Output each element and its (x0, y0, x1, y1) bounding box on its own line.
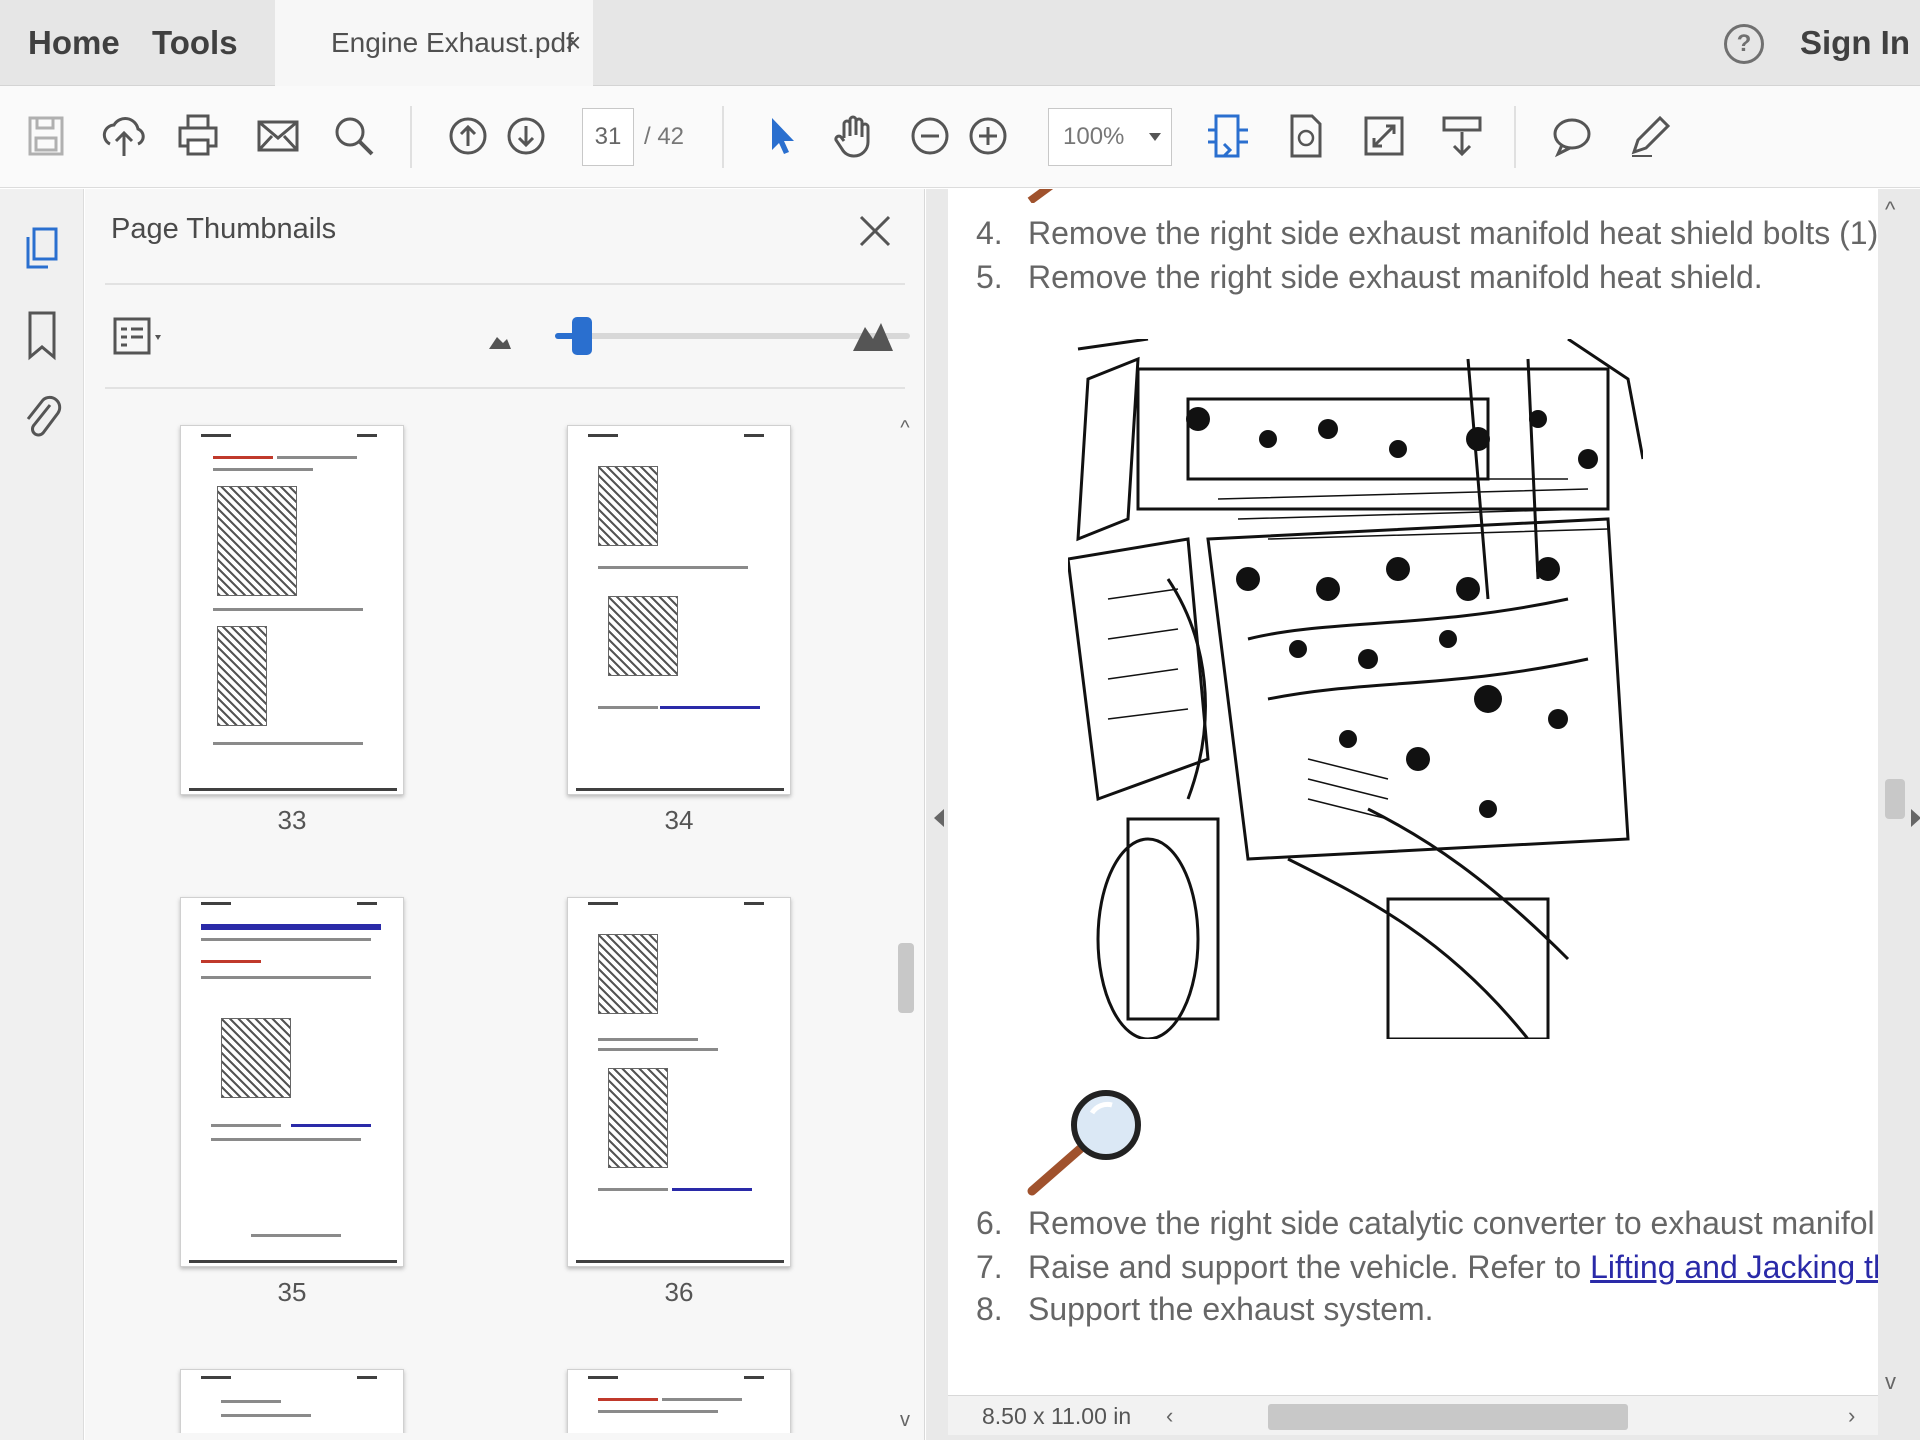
thumbnails-scrollbar[interactable]: ^ v (890, 413, 920, 1433)
slider-handle[interactable] (572, 317, 592, 355)
page-thumbnail[interactable] (567, 425, 791, 795)
page-thumbnail[interactable] (567, 1369, 791, 1433)
page-total: / 42 (644, 123, 685, 150)
step-text: Remove the right side exhaust manifold h… (1028, 259, 1763, 295)
page-down-icon[interactable] (498, 108, 554, 164)
search-icon[interactable] (326, 108, 382, 164)
step-number: 7. (976, 1249, 1003, 1285)
scroll-down-icon[interactable]: v (1885, 1369, 1896, 1395)
fullscreen-icon[interactable] (1356, 108, 1412, 164)
document-view: 4. Remove the right side exhaust manifol… (926, 189, 1920, 1440)
page-thumbnail[interactable] (180, 425, 404, 795)
thumbnail-page-number: 34 (664, 805, 694, 835)
step-text: Support the exhaust system. (1028, 1291, 1434, 1327)
page-thumbnails-icon[interactable] (18, 223, 66, 279)
tab-bar: Home Tools Engine Exhaust.pdf × ? Sign I… (0, 0, 1920, 86)
page-thumbnail[interactable] (180, 1369, 404, 1433)
thumbnail-options-icon[interactable] (111, 313, 169, 361)
lifting-jacking-link[interactable]: Lifting and Jacking th (1590, 1249, 1878, 1285)
zoom-select[interactable]: 100% (1048, 108, 1172, 166)
page-thumbnail[interactable] (180, 897, 404, 1267)
zoom-in-icon[interactable] (960, 108, 1016, 164)
thumbnail-page-number: 33 (277, 805, 307, 835)
document-scrollbar[interactable]: ^ v (1881, 189, 1909, 1409)
zoom-out-icon[interactable] (902, 108, 958, 164)
zoom-value: 100% (1063, 123, 1125, 150)
horizontal-scrollbar-thumb[interactable] (1268, 1404, 1628, 1430)
chevron-down-icon (1149, 133, 1161, 141)
scroll-up-icon[interactable]: ^ (896, 418, 914, 438)
toolbar-separator (722, 106, 724, 168)
panel-divider (105, 283, 905, 285)
scrollbar-thumb[interactable] (898, 943, 914, 1013)
small-thumbnail-icon[interactable] (487, 329, 513, 351)
document-tab-label: Engine Exhaust.pdf (331, 27, 574, 58)
select-cursor-icon[interactable] (752, 108, 808, 164)
upload-icon[interactable] (96, 108, 152, 164)
expand-right-panel-icon[interactable] (1911, 809, 1920, 827)
page-up-icon[interactable] (440, 108, 496, 164)
hand-icon[interactable] (826, 108, 882, 164)
navigation-rail (0, 189, 84, 1440)
scrollbar-thumb[interactable] (1885, 779, 1905, 819)
toolbar-separator (410, 106, 412, 168)
fit-width-icon[interactable] (1200, 108, 1256, 164)
panel-title: Page Thumbnails (111, 213, 337, 245)
toolbar-separator (1514, 106, 1516, 168)
step-text: Remove the right side exhaust manifold h… (1028, 215, 1878, 251)
pen-icon[interactable] (1622, 108, 1678, 164)
close-tab-icon[interactable]: × (565, 0, 581, 86)
panel-divider (105, 387, 905, 389)
thumbnail-page-number: 36 (664, 1277, 694, 1307)
save-icon[interactable] (18, 108, 74, 164)
scroll-right-icon[interactable]: › (1848, 1404, 1855, 1428)
page-thumbnails-panel: Page Thumbnails 33 34 35 36 ^ v (85, 189, 925, 1440)
step-number: 8. (976, 1291, 1003, 1327)
magnifier-icon (1027, 189, 1054, 203)
help-icon[interactable]: ? (1724, 24, 1764, 64)
step-number: 5. (976, 259, 1003, 295)
step-number: 4. (976, 215, 1003, 251)
large-thumbnail-icon[interactable] (851, 317, 895, 353)
print-icon[interactable] (170, 108, 226, 164)
page-thumbnail[interactable] (567, 897, 791, 1267)
page-number-input[interactable]: 31 (582, 108, 634, 166)
scroll-down-icon[interactable]: v (896, 1410, 914, 1430)
toolbar: 31 / 42 100% (0, 86, 1920, 188)
scroll-up-icon[interactable]: ^ (1885, 197, 1895, 223)
scroll-left-icon[interactable]: ‹ (1166, 1404, 1173, 1428)
rotate-page-icon[interactable] (1278, 108, 1334, 164)
sign-in-button[interactable]: Sign In (1800, 0, 1910, 86)
thumbnails-list: 33 34 35 36 (85, 413, 890, 1433)
step-text: Remove the right side catalytic converte… (1028, 1205, 1875, 1241)
step-number: 6. (976, 1205, 1003, 1241)
pdf-page: 4. Remove the right side exhaust manifol… (948, 189, 1878, 1424)
page-size-label: 8.50 x 11.00 in (982, 1403, 1132, 1429)
thumbnail-page-number: 35 (277, 1277, 307, 1307)
status-bar: 8.50 x 11.00 in ‹ › (948, 1395, 1878, 1435)
step-text: Raise and support the vehicle. Refer to (1028, 1249, 1591, 1285)
attachment-icon[interactable] (18, 389, 66, 445)
tab-home[interactable]: Home (28, 0, 120, 86)
bookmark-icon[interactable] (18, 307, 66, 363)
tab-document[interactable]: Engine Exhaust.pdf × (275, 0, 593, 86)
magnifier-icon (1027, 1090, 1141, 1196)
collapse-panel-icon[interactable] (934, 809, 944, 827)
tab-tools[interactable]: Tools (152, 0, 238, 86)
close-panel-icon[interactable] (855, 211, 895, 251)
engine-diagram-image (1068, 339, 1643, 1039)
scroll-mode-icon[interactable] (1434, 108, 1490, 164)
mail-icon[interactable] (250, 108, 306, 164)
comment-icon[interactable] (1544, 108, 1600, 164)
